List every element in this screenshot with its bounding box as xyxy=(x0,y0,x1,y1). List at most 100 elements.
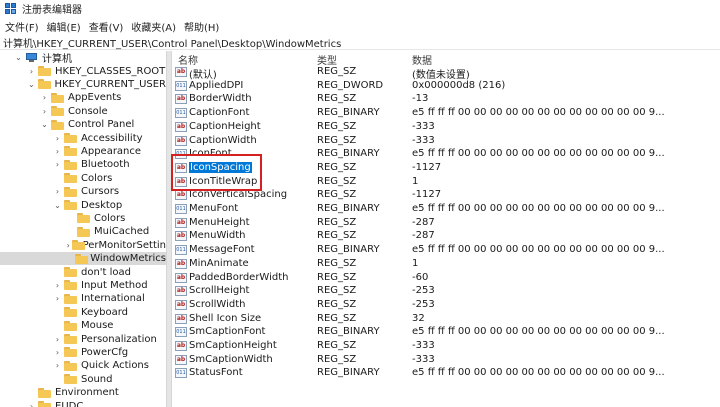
chevron-right-icon[interactable]: › xyxy=(53,146,62,156)
tree-item[interactable]: ⌄ Desktop xyxy=(0,198,166,211)
tree-item[interactable]: › Bluetooth xyxy=(0,158,166,171)
chevron-right-icon[interactable]: › xyxy=(53,133,62,143)
tree-item[interactable]: › HKEY_CLASSES_ROOT xyxy=(0,64,166,77)
chevron-right-icon[interactable]: › xyxy=(53,334,62,344)
tree-item[interactable]: › PowerCfg xyxy=(0,346,166,359)
menu-view[interactable]: 查看(V) xyxy=(85,19,128,34)
value-name: PaddedBorderWidth xyxy=(189,271,289,283)
tree-item[interactable]: › AppEvents xyxy=(0,91,166,104)
tree-item-label: Bluetooth xyxy=(81,159,130,171)
menu-favorites[interactable]: 收藏夹(A) xyxy=(127,19,180,34)
value-row[interactable]: ab ScrollHeight REG_SZ -253 xyxy=(172,284,720,298)
chevron-right-icon[interactable]: › xyxy=(40,93,49,103)
tree-item[interactable]: MuiCached xyxy=(0,225,166,238)
tree-item[interactable]: ⌄ HKEY_CURRENT_USER xyxy=(0,78,166,91)
value-type: REG_BINARY xyxy=(317,203,380,214)
value-row[interactable]: ab MenuWidth REG_SZ -287 xyxy=(172,229,720,243)
value-type: REG_BINARY xyxy=(317,107,380,119)
chevron-right-icon[interactable]: › xyxy=(40,106,49,116)
tree-item[interactable]: WindowMetrics xyxy=(0,252,166,266)
chevron-down-icon[interactable]: ⌄ xyxy=(40,120,49,130)
chevron-down-icon[interactable]: ⌄ xyxy=(27,79,36,89)
tree-item[interactable]: › EUDC xyxy=(0,399,166,407)
folder-icon xyxy=(64,280,77,291)
value-row[interactable]: 011 CaptionFont REG_BINARY e5 ff ff ff 00 0… xyxy=(172,106,720,120)
value-data: 1 xyxy=(412,175,419,187)
folder-icon xyxy=(64,173,77,184)
tree-item-label: Sound xyxy=(81,373,113,385)
chevron-right-icon[interactable]: › xyxy=(27,66,36,76)
tree-item[interactable]: Colors xyxy=(0,212,166,225)
chevron-right-icon[interactable]: › xyxy=(53,294,62,304)
address-bar[interactable]: 计算机\HKEY_CURRENT_USER\Control Panel\Desk… xyxy=(0,35,720,50)
value-row[interactable]: 011 MenuFont REG_BINARY e5 ff ff ff 00 00 0… xyxy=(172,202,720,216)
value-row[interactable]: ab ScrollWidth REG_SZ -253 xyxy=(172,298,720,312)
value-row[interactable]: 011 AppliedDPI REG_DWORD 0x000000d8 (216) xyxy=(172,79,720,93)
value-type: REG_SZ xyxy=(317,134,357,146)
value-row[interactable]: 011 StatusFont REG_BINARY e5 ff ff ff 00 00… xyxy=(172,366,720,380)
chevron-right-icon[interactable]: › xyxy=(53,347,62,357)
value-row[interactable]: ab (默认) REG_SZ (数值未设置) xyxy=(172,65,720,81)
value-data: -333 xyxy=(412,134,435,146)
tree-item[interactable]: ⌄ 计算机 xyxy=(0,51,166,65)
value-row[interactable]: ab BorderWidth REG_SZ -13 xyxy=(172,92,720,106)
menu-file[interactable]: 文件(F) xyxy=(0,19,43,34)
binary-value-icon: 011 xyxy=(175,108,187,119)
tree-item[interactable]: Mouse xyxy=(0,319,166,332)
value-name: Shell Icon Size xyxy=(189,312,262,324)
tree-item[interactable]: › Console xyxy=(0,105,166,118)
tree-item-label: HKEY_CURRENT_USER xyxy=(54,78,166,90)
value-data: -333 xyxy=(412,120,435,132)
chevron-right-icon[interactable]: › xyxy=(27,401,36,407)
value-row[interactable]: ab MenuHeight REG_SZ -287 xyxy=(172,216,720,230)
chevron-right-icon[interactable]: › xyxy=(53,361,62,371)
value-row[interactable]: 011 MessageFont REG_BINARY e5 ff ff ff 00 0… xyxy=(172,243,720,257)
chevron-right-icon[interactable]: › xyxy=(53,280,62,290)
folder-icon xyxy=(64,186,77,197)
chevron-down-icon[interactable]: ⌄ xyxy=(14,53,23,63)
tree-item[interactable]: › Appearance xyxy=(0,145,166,158)
value-type: REG_SZ xyxy=(317,298,357,310)
string-value-icon: ab xyxy=(175,121,187,132)
menu-help[interactable]: 帮助(H) xyxy=(180,19,223,34)
value-row[interactable]: ab CaptionHeight REG_SZ -333 xyxy=(172,120,720,134)
address-path[interactable]: 计算机\HKEY_CURRENT_USER\Control Panel\Desk… xyxy=(0,35,341,50)
value-data: e5 ff ff ff 00 00 00 00 00 00 00 00 00 0… xyxy=(412,148,665,160)
menu-edit[interactable]: 编辑(E) xyxy=(43,19,85,34)
chevron-right-icon[interactable]: › xyxy=(66,240,70,250)
value-type: REG_SZ xyxy=(317,175,357,187)
tree-item[interactable]: Sound xyxy=(0,373,166,386)
tree-item[interactable]: don't load xyxy=(0,265,166,278)
tree-item[interactable]: ⌄ Control Panel xyxy=(0,118,166,131)
value-row[interactable]: ab Shell Icon Size REG_SZ 32 xyxy=(172,312,720,326)
tree-item[interactable]: › PerMonitorSettin xyxy=(0,239,166,252)
tree-item[interactable]: › International xyxy=(0,292,166,305)
tree-item[interactable]: › Quick Actions xyxy=(0,359,166,372)
value-data: 1 xyxy=(412,257,419,269)
value-row[interactable]: ab SmCaptionHeight REG_SZ -333 xyxy=(172,339,720,353)
folder-icon xyxy=(75,253,89,264)
tree-item[interactable]: Environment xyxy=(0,386,166,399)
tree-item[interactable]: Keyboard xyxy=(0,306,166,319)
tree-item[interactable]: › Input Method xyxy=(0,279,166,292)
chevron-down-icon[interactable]: ⌄ xyxy=(53,200,62,210)
folder-icon xyxy=(64,293,77,304)
binary-value-icon: 011 xyxy=(175,80,187,91)
value-row[interactable]: ab MinAnimate REG_SZ 1 xyxy=(172,257,720,271)
value-row[interactable]: ab CaptionWidth REG_SZ -333 xyxy=(172,134,720,148)
tree-item-label: PerMonitorSettin xyxy=(82,239,166,251)
tree-item[interactable]: › Personalization xyxy=(0,332,166,345)
value-name: MessageFont xyxy=(189,244,255,256)
chevron-right-icon[interactable]: › xyxy=(53,187,62,197)
regedit-icon xyxy=(5,2,17,15)
value-row[interactable]: 011 SmCaptionFont REG_BINARY e5 ff ff ff 00… xyxy=(172,325,720,339)
tree-item[interactable]: › Accessibility xyxy=(0,131,166,144)
tree-item[interactable]: Colors xyxy=(0,172,166,185)
value-row[interactable]: ab SmCaptionWidth REG_SZ -333 xyxy=(172,353,720,367)
value-type: REG_BINARY xyxy=(317,148,380,160)
string-value-icon: ab xyxy=(175,341,187,351)
value-row[interactable]: ab PaddedBorderWidth REG_SZ -60 xyxy=(172,271,720,285)
folder-icon xyxy=(64,159,77,170)
chevron-right-icon[interactable]: › xyxy=(53,160,62,170)
tree-item[interactable]: › Cursors xyxy=(0,185,166,198)
